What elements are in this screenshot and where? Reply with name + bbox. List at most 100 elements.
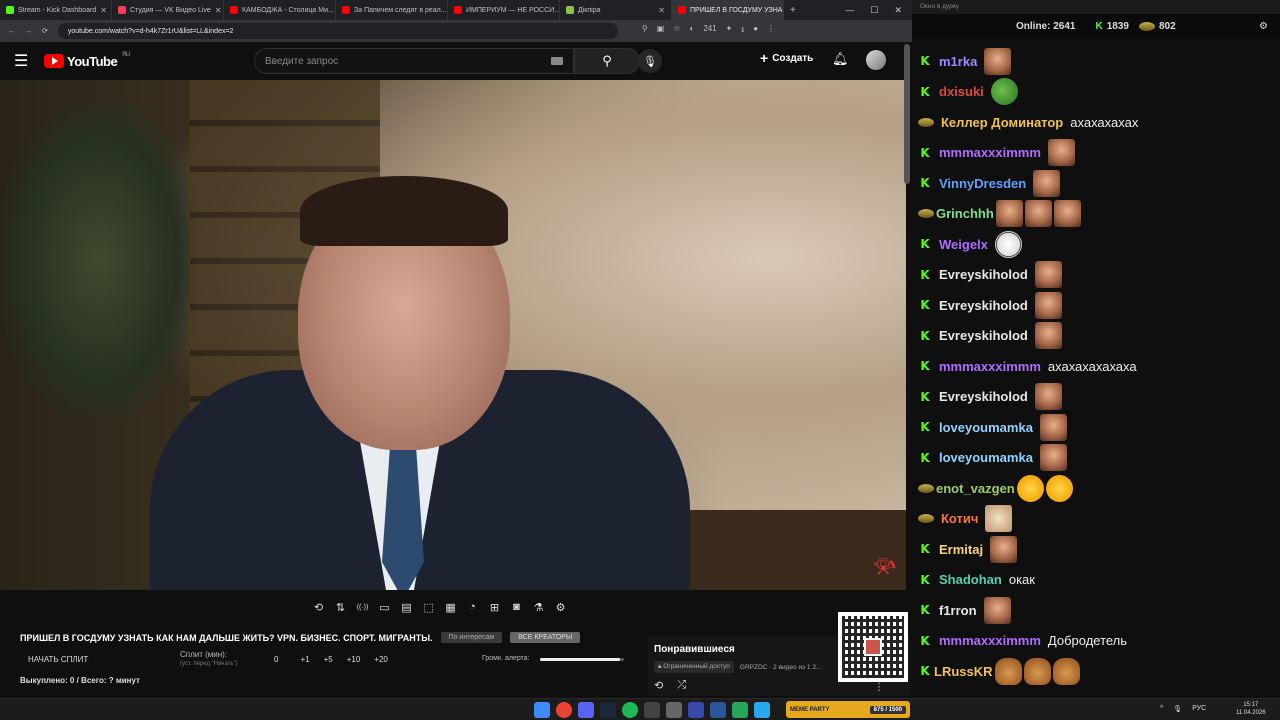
browser-tab[interactable]: За Папичем следят в реал... ✕ [336,0,448,20]
chat-username[interactable]: Evreyskiholod [939,328,1028,343]
chat-username[interactable]: Evreyskiholod [939,298,1028,313]
telegram-icon[interactable] [754,702,770,718]
split-value-button[interactable]: +1 [300,655,309,664]
avatar[interactable] [866,50,886,70]
chat-message[interactable]: K Evreyskiholod [918,290,1268,320]
chat-username[interactable]: VinnyDresden [939,176,1026,191]
tab-close-icon[interactable]: ✕ [658,6,665,15]
chat-username[interactable]: Evreyskiholod [939,267,1028,282]
chat-message[interactable]: Kloveyoumamka [918,443,1268,473]
reload-button[interactable]: ⟳ [42,27,48,35]
chat-message[interactable]: enot_vazgen [918,473,1268,503]
clock[interactable]: 15:17 11.04.2026 [1236,701,1266,717]
browser-tab[interactable]: ПРИШЕЛ В ГОСДУМУ УЗНА... ✕ [672,0,784,20]
add-icon[interactable]: ⊞ [486,599,503,616]
meme-party-widget[interactable]: MEME PARTY 875 / 1500 [786,701,910,718]
chat-username[interactable]: Shadohan [939,572,1002,587]
search-input[interactable]: Введите запрос [254,48,574,74]
chat-username[interactable]: mmmaxxximmm [939,145,1041,160]
voice-search-button[interactable]: 🎙︎ [638,49,662,73]
install-icon[interactable]: ▣ [657,24,665,38]
alert-volume-slider[interactable] [540,658,624,661]
chat-message[interactable]: Km1rka [918,46,1268,76]
chat-message-list[interactable]: Km1rka Kdxisuki Келлер Доминатор ахахахахах… [918,40,1268,690]
chat-message[interactable]: Kmmmaxxximmm ахахахахахаха [918,351,1268,381]
chat-username[interactable]: Котич [941,511,978,526]
browser-tab[interactable]: ИМПЕРИУМ — НЕ РОССИ... ✕ [448,0,560,20]
menu-icon[interactable]: ☰ [14,51,44,71]
chat-message[interactable]: K VinnyDresden [918,168,1268,198]
gear-icon[interactable]: ⚙ [552,599,569,616]
more-icon[interactable]: ⋮ [874,682,884,693]
preview-icon[interactable]: ▭ [376,599,393,616]
chat-message[interactable]: K Evreyskiholod [918,321,1268,351]
start-split-button[interactable]: НАЧАТЬ СПЛИТ [28,655,88,664]
chat-message[interactable]: K Evreyskiholod [918,382,1268,412]
tab-close-icon[interactable]: ✕ [100,6,107,15]
chat-message[interactable]: Kdxisuki [918,77,1268,107]
create-button[interactable]: + Создать [760,50,813,66]
chat-message[interactable]: Келлер Доминатор ахахахахах [918,107,1268,137]
chat-username[interactable]: Grinchhh [936,206,994,221]
chat-message[interactable]: Kmmmaxxximmm [918,138,1268,168]
chat-message[interactable]: K Ermitaj [918,534,1268,564]
sheet-icon[interactable] [732,702,748,718]
chat-message[interactable]: K LRussKR [918,656,1268,686]
chat-message[interactable]: K Shadohan окак [918,565,1268,595]
chat-username[interactable]: LRussKR [934,664,993,679]
chat-message[interactable]: Котич [918,504,1268,534]
subtitles-icon[interactable]: ▦ [442,599,459,616]
badge-count[interactable]: 241 [703,24,716,38]
camera-icon[interactable]: ◙ [508,599,525,616]
chat-message[interactable]: K Weigelx [918,229,1268,259]
back-button[interactable]: ← [8,28,15,35]
chat-username[interactable]: loveyoumamka [939,420,1033,435]
split-value-button[interactable]: +20 [374,655,388,664]
sort-icon[interactable]: ⇅ [332,599,349,616]
microphone-tray-icon[interactable]: 🎙︎ [1173,705,1182,713]
chat-username[interactable]: mmmaxxximmm [939,633,1041,648]
search-button[interactable]: ⚲ [574,48,640,74]
obs-icon[interactable] [644,702,660,718]
loop-icon[interactable]: ⟲ [654,679,663,692]
new-tab-button[interactable]: + [784,5,802,16]
download-icon[interactable]: ⭳ [741,24,744,38]
discord-icon[interactable] [578,702,594,718]
language-indicator[interactable]: РУС [1192,705,1206,713]
gear-icon[interactable]: ⚙ [1259,21,1268,32]
chevron-up-icon[interactable]: ^ [1160,705,1163,713]
repeat-icon[interactable]: ⟲ [310,599,327,616]
start-icon[interactable] [534,702,550,718]
steam-icon[interactable] [600,702,616,718]
split-value-button[interactable]: +5 [324,655,333,664]
puzzle-icon[interactable]: ✦ [726,24,733,38]
chat-username[interactable]: Evreyskiholod [939,389,1028,404]
profile-icon[interactable]: ● [753,24,758,38]
extension-icon[interactable]: ◐ [689,24,694,38]
browser-tab[interactable]: Студия — VK Видео Live ✕ [112,0,224,20]
tab-close-icon[interactable]: ✕ [215,6,222,15]
film-icon[interactable]: ▤ [398,599,415,616]
video-player[interactable]: 📯︎ [0,80,906,590]
keyboard-icon[interactable] [551,57,563,65]
youtube-logo[interactable]: YouTube RU [44,52,130,69]
browser-tab[interactable]: КАМБОДЖА - Столица Ми... ✕ [224,0,336,20]
chat-username[interactable]: f1rron [939,603,977,618]
tag-creators-button[interactable]: ВСЕ КРЕАТОРЫ [510,632,581,643]
split-value-button[interactable]: +10 [347,655,361,664]
chat-username[interactable]: enot_vazgen [936,481,1015,496]
broadcast-icon[interactable]: ((·)) [354,599,371,616]
chat-username[interactable]: Weigelx [939,237,988,252]
bookmark-star-icon[interactable]: ☆ [673,24,680,38]
chat-username[interactable]: mmmaxxximmm [939,359,1041,374]
close-window-button[interactable]: ✕ [894,5,902,16]
browser-tab[interactable]: Stream - Kick Dashboard ✕ [0,0,112,20]
flask-icon[interactable]: ⚗ [530,599,547,616]
maximize-button[interactable]: ☐ [870,5,878,16]
menu-icon[interactable]: ⋮ [767,24,775,38]
shuffle-icon[interactable]: ⤮ [677,679,686,692]
split-value-button[interactable]: 0 [274,655,278,664]
chat-message[interactable]: Kmmmaxxximmm Добродетель [918,626,1268,656]
url-field[interactable]: youtube.com/watch?v=d-h4k7Zr1rU&list=LL&… [57,23,618,39]
spotify-icon[interactable] [622,702,638,718]
